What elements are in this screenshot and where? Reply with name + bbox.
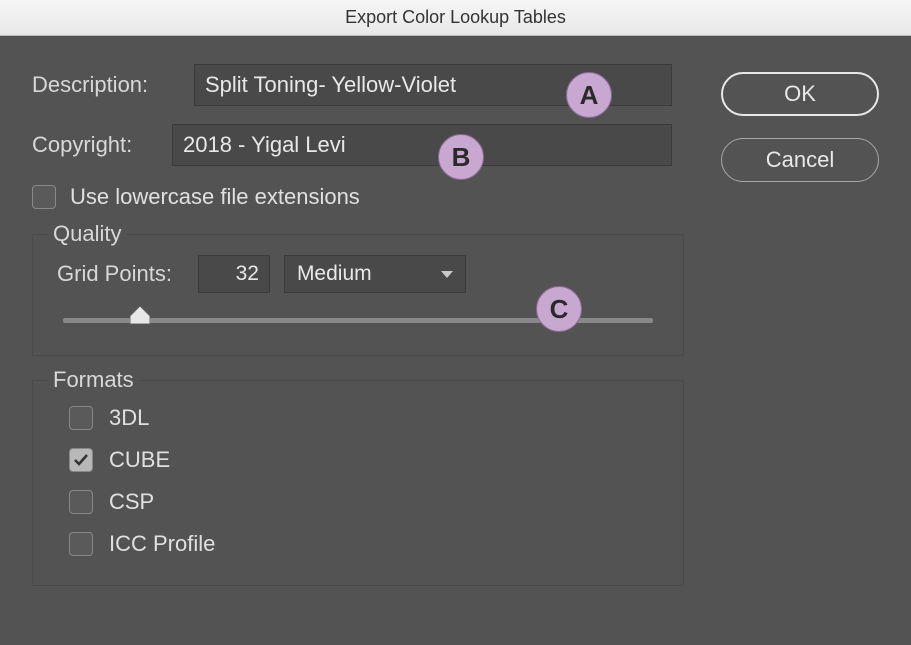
annotation-b: B — [438, 134, 484, 180]
formats-legend: Formats — [47, 367, 140, 393]
annotation-a: A — [566, 72, 612, 118]
quality-legend: Quality — [47, 221, 127, 247]
formats-group: Formats 3DLCUBECSPICC Profile — [32, 380, 684, 586]
format-checkbox-csp[interactable] — [69, 490, 93, 514]
annotation-c: C — [536, 286, 582, 332]
check-icon — [73, 452, 89, 468]
format-checkbox-cube[interactable] — [69, 448, 93, 472]
format-label: 3DL — [109, 405, 149, 431]
copyright-input[interactable] — [172, 124, 672, 166]
format-label: CSP — [109, 489, 154, 515]
quality-preset-select[interactable]: Medium — [284, 255, 466, 293]
copyright-label: Copyright: — [32, 132, 160, 158]
quality-group: Quality Grid Points: Medium — [32, 234, 684, 356]
format-label: CUBE — [109, 447, 170, 473]
format-item: 3DL — [69, 405, 659, 431]
grid-points-label: Grid Points: — [57, 261, 172, 287]
cancel-button[interactable]: Cancel — [721, 138, 879, 182]
format-checkbox-icc-profile[interactable] — [69, 532, 93, 556]
format-item: ICC Profile — [69, 531, 659, 557]
format-checkbox-3dl[interactable] — [69, 406, 93, 430]
dialog-title: Export Color Lookup Tables — [345, 7, 566, 28]
chevron-down-icon — [441, 271, 453, 278]
format-label: ICC Profile — [109, 531, 215, 557]
format-item: CUBE — [69, 447, 659, 473]
grid-points-input[interactable] — [198, 255, 270, 293]
lowercase-checkbox[interactable] — [32, 185, 56, 209]
slider-thumb[interactable] — [130, 306, 150, 324]
lowercase-label: Use lowercase file extensions — [70, 184, 360, 210]
ok-button[interactable]: OK — [721, 72, 879, 116]
dialog-titlebar: Export Color Lookup Tables — [0, 0, 911, 36]
format-item: CSP — [69, 489, 659, 515]
quality-preset-value: Medium — [297, 262, 372, 286]
description-label: Description: — [32, 72, 182, 98]
